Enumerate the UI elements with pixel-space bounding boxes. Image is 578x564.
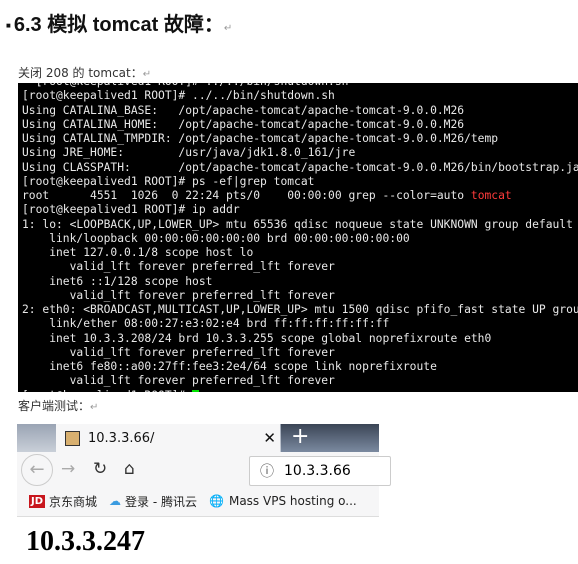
new-tab-button[interactable]: + [281,424,379,452]
jd-icon: JD [29,494,46,508]
section-heading: ■ 6.3 模拟 tomcat 故障：↵ [6,14,233,36]
bookmark-mass-vps[interactable]: Mass VPS hosting o... [229,494,357,508]
cloud-icon: ☁ [109,494,122,508]
info-icon: ⓘ [260,464,274,480]
terminal-cursor [192,390,200,392]
highlighted-match: tomcat [470,189,512,202]
reload-icon[interactable]: ↻ [93,459,107,479]
paragraph-client-test: 客户端测试：↵ [18,399,99,413]
back-button-icon[interactable]: ← [21,454,53,486]
tomcat-favicon-icon [65,430,80,446]
forward-button-icon[interactable]: → [61,459,75,479]
home-icon[interactable]: ⌂ [124,459,135,479]
close-tab-icon[interactable]: ✕ [263,429,276,447]
bookmarks-bar: JD 京东商城 ☁ 登录 - 腾讯云 🌐 Mass VPS hosting o.… [17,487,379,515]
browser-screenshot: 10.3.3.66/ ✕ + ← → ↻ ⌂ ⓘ 10.3.3.66 JD 京东… [17,424,391,517]
terminal-output: [root@keepalived1 ROOT]# ../../bin/shutd… [22,83,578,202]
bookmark-jd[interactable]: 京东商城 [49,493,97,510]
nav-bar: ← → ↻ ⌂ ⓘ 10.3.3.66 [17,452,391,487]
globe-icon: 🌐 [209,494,224,508]
page-content-ip: 10.3.3.247 [26,526,145,557]
browser-tab[interactable]: 10.3.3.66/ ✕ [56,424,280,452]
terminal-output-2: [root@keepalived1 ROOT]# ip addr 1: lo: … [22,203,578,392]
address-bar[interactable]: ⓘ 10.3.3.66 [249,456,391,486]
bookmark-tencent-cloud[interactable]: 登录 - 腾讯云 [125,493,197,510]
url-text: 10.3.3.66 [284,463,351,479]
terminal-screenshot: [root@keepalived1 ROOT]# ../../bin/shutd… [18,83,578,392]
paragraph-close-tomcat: 关闭 208 的 tomcat：↵ [18,66,152,80]
tab-title: 10.3.3.66/ [88,430,155,446]
